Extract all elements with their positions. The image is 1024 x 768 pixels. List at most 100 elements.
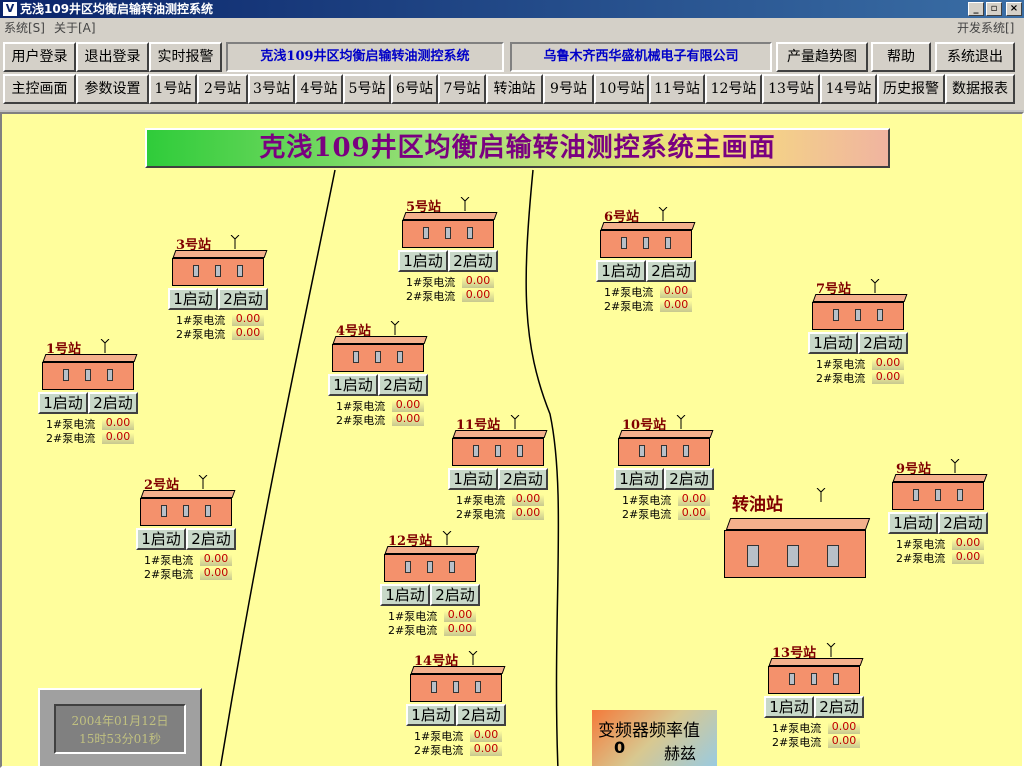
window-shape: [193, 265, 199, 277]
menu-dev[interactable]: 开发系统[]: [957, 18, 1014, 38]
menu-about[interactable]: 关于[A]: [54, 18, 96, 38]
nav-button-13[interactable]: 12号站: [705, 74, 762, 104]
window-shape: [935, 489, 941, 501]
clock-time: 15时53分01秒: [79, 732, 161, 746]
nav-button-5[interactable]: 4号站: [295, 74, 343, 104]
restore-button[interactable]: ▫: [986, 2, 1002, 16]
start2-button[interactable]: 2启动: [456, 704, 506, 726]
antenna-icon: [816, 488, 826, 502]
pump1-value: 0.00: [232, 312, 264, 326]
start1-button[interactable]: 1启动: [168, 288, 218, 310]
pump2-label: 2#泵电流: [176, 328, 226, 341]
menubar: 系统[S] 关于[A] 开发系统[]: [0, 18, 1024, 38]
start1-button[interactable]: 1启动: [596, 260, 646, 282]
start2-button[interactable]: 2启动: [938, 512, 988, 534]
start1-button[interactable]: 1启动: [888, 512, 938, 534]
start1-button[interactable]: 1启动: [328, 374, 378, 396]
realtime-alarm-button[interactable]: 实时报警: [149, 42, 222, 72]
clock-date: 2004年01月12日: [71, 714, 169, 728]
window-shape: [375, 351, 381, 363]
antenna-icon: [100, 339, 110, 353]
nav-button-15[interactable]: 14号站: [820, 74, 877, 104]
close-button[interactable]: ×: [1006, 2, 1022, 16]
nav-button-16[interactable]: 历史报警: [877, 74, 945, 104]
pump1-value: 0.00: [102, 416, 134, 430]
start2-button[interactable]: 2启动: [186, 528, 236, 550]
nav-button-11[interactable]: 10号站: [594, 74, 649, 104]
nav-button-10[interactable]: 9号站: [543, 74, 594, 104]
start1-button[interactable]: 1启动: [764, 696, 814, 718]
nav-button-3[interactable]: 2号站: [197, 74, 248, 104]
start2-button[interactable]: 2启动: [218, 288, 268, 310]
window-shape: [107, 369, 113, 381]
pump2-label: 2#泵电流: [336, 414, 386, 427]
start2-button[interactable]: 2启动: [646, 260, 696, 282]
nav-button-0[interactable]: 主控画面: [3, 74, 76, 104]
nav-button-17[interactable]: 数据报表: [945, 74, 1015, 104]
building: [618, 438, 710, 466]
logout-button[interactable]: 退出登录: [76, 42, 149, 72]
start2-button[interactable]: 2启动: [448, 250, 498, 272]
nav-button-8[interactable]: 7号站: [438, 74, 486, 104]
nav-button-6[interactable]: 5号站: [343, 74, 391, 104]
pump1-value: 0.00: [200, 552, 232, 566]
nav-button-9[interactable]: 转油站: [486, 74, 543, 104]
window-shape: [397, 351, 403, 363]
nav-button-2[interactable]: 1号站: [149, 74, 197, 104]
window-shape: [161, 505, 167, 517]
building: [892, 482, 984, 510]
antenna-icon: [230, 235, 240, 249]
frequency-value: 0: [614, 738, 626, 757]
help-button[interactable]: 帮助: [871, 42, 931, 72]
window-shape: [957, 489, 963, 501]
window-shape: [431, 681, 437, 693]
pump1-value: 0.00: [660, 284, 692, 298]
pump2-value: 0.00: [462, 288, 494, 302]
start2-button[interactable]: 2启动: [664, 468, 714, 490]
pump1-value: 0.00: [444, 608, 476, 622]
building: [410, 674, 502, 702]
minimize-button[interactable]: _: [968, 2, 984, 16]
start2-button[interactable]: 2启动: [430, 584, 480, 606]
window-titlebar: V 克浅109井区均衡启输转油测控系统 _ ▫ ×: [0, 0, 1024, 18]
antenna-icon: [510, 415, 520, 429]
nav-button-12[interactable]: 11号站: [649, 74, 705, 104]
start2-button[interactable]: 2启动: [498, 468, 548, 490]
pump2-value: 0.00: [678, 506, 710, 520]
building-roof: [892, 474, 988, 482]
start1-button[interactable]: 1启动: [808, 332, 858, 354]
pump2-value: 0.00: [392, 412, 424, 426]
nav-button-7[interactable]: 6号站: [391, 74, 438, 104]
pump2-label: 2#泵电流: [604, 300, 654, 313]
building-roof: [140, 490, 236, 498]
building: [402, 220, 494, 248]
building-roof: [600, 222, 696, 230]
menu-system[interactable]: 系统[S]: [4, 18, 45, 38]
trend-button[interactable]: 产量趋势图: [776, 42, 868, 72]
nav-button-1[interactable]: 参数设置: [76, 74, 149, 104]
nav-button-4[interactable]: 3号站: [248, 74, 295, 104]
start1-button[interactable]: 1启动: [398, 250, 448, 272]
window-shape: [405, 561, 411, 573]
window-shape: [789, 673, 795, 685]
window-shape: [445, 227, 451, 239]
start2-button[interactable]: 2启动: [814, 696, 864, 718]
pump2-value: 0.00: [660, 298, 692, 312]
start1-button[interactable]: 1启动: [38, 392, 88, 414]
pump2-label: 2#泵电流: [406, 290, 456, 303]
oil-station[interactable]: 转油站: [724, 488, 871, 608]
pump2-value: 0.00: [470, 742, 502, 756]
start1-button[interactable]: 1启动: [406, 704, 456, 726]
login-button[interactable]: 用户登录: [3, 42, 76, 72]
start1-button[interactable]: 1启动: [614, 468, 664, 490]
start2-button[interactable]: 2启动: [88, 392, 138, 414]
exit-button[interactable]: 系统退出: [935, 42, 1015, 72]
start2-button[interactable]: 2启动: [858, 332, 908, 354]
start1-button[interactable]: 1启动: [448, 468, 498, 490]
window-shape: [517, 445, 523, 457]
start1-button[interactable]: 1启动: [380, 584, 430, 606]
start1-button[interactable]: 1启动: [136, 528, 186, 550]
nav-button-14[interactable]: 13号站: [762, 74, 820, 104]
building: [812, 302, 904, 330]
start2-button[interactable]: 2启动: [378, 374, 428, 396]
